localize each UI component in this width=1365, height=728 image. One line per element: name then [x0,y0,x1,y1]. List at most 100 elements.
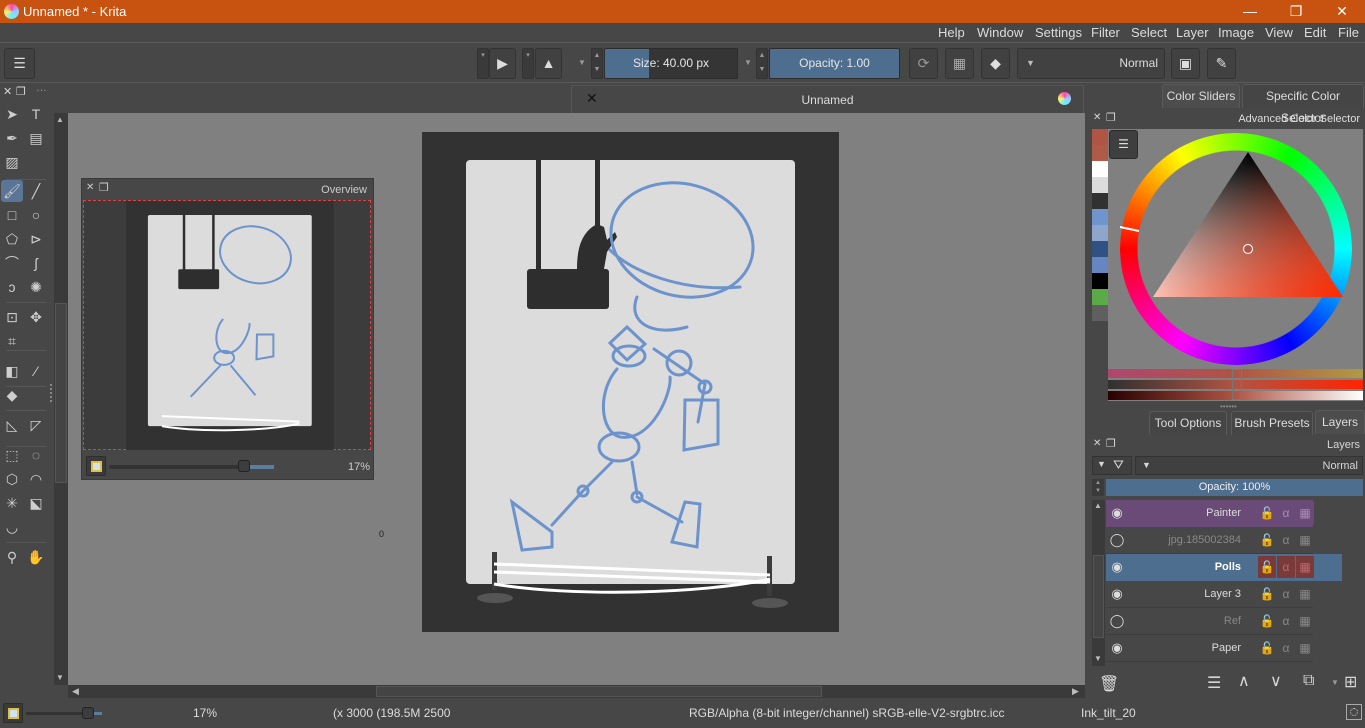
scroll-down-arrow[interactable]: ▼ [56,673,64,682]
tool-measure[interactable]: ◸ [25,414,47,436]
eye-open-icon[interactable]: ◉ [1108,586,1126,604]
scroll-up-arrow[interactable]: ▲ [56,115,64,124]
tool-color-picker[interactable]: ⁄ [25,360,47,382]
alpha-lock-icon[interactable]: α [1277,637,1295,659]
close-icon[interactable]: ✕ [1093,438,1101,449]
menu-filter[interactable]: Filter [1091,25,1120,40]
tab-specific-color-selector[interactable]: Specific Color Selector [1242,84,1364,125]
inherit-alpha-icon[interactable]: ▦ [1296,637,1314,659]
layer-row[interactable]: ◉ Layer 3 🔓 α ▦ [1106,581,1313,608]
tool-ellipse[interactable]: ○ [25,204,47,226]
float-icon[interactable]: ❐ [1106,111,1116,124]
eye-closed-icon[interactable]: ◯ [1108,532,1126,550]
tool-rectangle[interactable]: □ [1,204,23,226]
menu-file[interactable]: File [1338,25,1359,40]
inherit-alpha-icon[interactable]: ▦ [1296,583,1314,605]
tool-freehand-path[interactable]: ʃ [25,252,47,274]
inherit-alpha-icon[interactable]: ▦ [1296,556,1314,578]
eye-open-icon[interactable]: ◉ [1108,640,1126,658]
inherit-alpha-icon[interactable]: ▦ [1296,610,1314,632]
workspace-button[interactable]: ▣ [1171,48,1200,79]
color-history-swatch[interactable] [1092,209,1108,225]
document-tab[interactable]: ✕ Unnamed [571,85,1084,113]
inherit-alpha-icon[interactable]: ▦ [1296,529,1314,551]
menu-view[interactable]: View [1265,25,1293,40]
menu-settings[interactable]: Settings [1035,25,1082,40]
menu-select[interactable]: Select [1131,25,1167,40]
brush-size-slider[interactable]: Size: 40.00 px [604,48,738,79]
tool-multibrush[interactable]: ✺ [25,276,47,298]
tool-edit-shapes[interactable]: ✒ [1,127,23,149]
color-history-swatch[interactable] [1092,129,1108,145]
duplicate-layer-button[interactable]: ⧉ [1303,672,1314,690]
status-zoom-slider[interactable] [26,707,102,719]
overview-zoom-slider[interactable] [109,460,274,472]
layer-properties-button[interactable]: ☰ [1207,673,1221,693]
float-icon[interactable]: ❐ [1106,437,1116,450]
mirror-horizontal-button[interactable]: ▶ [489,48,516,79]
color-history-swatch[interactable] [1092,161,1108,177]
tab-tool-options[interactable]: Tool Options [1149,411,1227,435]
tool-assistant[interactable]: ◺ [1,414,23,436]
layers-scroll-thumb[interactable] [1093,555,1104,638]
close-icon[interactable]: ✕ [3,85,12,98]
lock-icon[interactable]: 🔓 [1258,637,1276,659]
tool-zoom[interactable]: ⚲ [1,546,23,568]
tool-freehand-brush[interactable]: 🖌 [1,180,23,202]
menu-help[interactable]: Help [938,25,965,40]
restore-button[interactable]: ❐ [1273,0,1319,23]
color-history-swatch[interactable] [1092,177,1108,193]
reload-preset-button[interactable]: ⟳ [909,48,938,79]
tool-fill[interactable]: ◆ [1,384,23,406]
vertical-scroll-thumb[interactable] [55,303,67,483]
minimize-button[interactable]: — [1227,0,1273,23]
tool-line[interactable]: ╱ [25,180,47,202]
status-zoom-handle[interactable] [82,707,95,719]
tool-polygon[interactable]: ⬠ [1,228,23,250]
tool-contiguous-select[interactable]: ✳ [1,492,23,514]
lock-icon[interactable]: 🔓 [1258,556,1276,578]
mirror-h-dropdown[interactable]: ▾ [477,48,489,79]
move-layer-up-button[interactable]: ∧ [1238,671,1250,691]
opacity-dropdown-arrow[interactable]: ▼ [744,58,752,67]
lock-icon[interactable]: 🔓 [1258,502,1276,524]
color-history-swatch[interactable] [1092,273,1108,289]
tool-bezier-select[interactable]: ◡ [1,516,23,538]
dock-splitter[interactable]: •••••• [1220,402,1237,411]
menu-image[interactable]: Image [1218,25,1254,40]
tool-pan[interactable]: ✋ [25,546,47,568]
lock-icon[interactable]: 🔓 [1258,529,1276,551]
eye-open-icon[interactable]: ◉ [1108,559,1126,577]
inherit-alpha-icon[interactable]: ▦ [1296,502,1314,524]
layer-row[interactable]: ◯ jpg.185002384 🔓 α ▦ [1106,527,1313,554]
tool-ellipse-select[interactable]: ◌ [25,444,47,466]
size-dropdown-arrow[interactable]: ▼ [578,58,586,67]
tool-dynamic-brush[interactable]: ↄ [1,276,23,298]
alpha-lock-icon[interactable]: α [1277,610,1295,632]
color-wheel[interactable] [1108,129,1363,369]
tool-transform[interactable]: ⊡ [1,306,23,328]
brush-settings-button[interactable]: ✎ [1207,48,1236,79]
scroll-up-arrow[interactable]: ▲ [1094,501,1102,510]
layer-row[interactable]: ◉ Polls 🔓 α ▦ [1106,554,1342,581]
alpha-lock-icon[interactable]: α [1277,556,1295,578]
color-history-swatch[interactable] [1092,193,1108,209]
horizontal-scroll-thumb[interactable] [376,686,822,697]
tool-polygon-select[interactable]: ⬡ [1,468,23,490]
tool-calligraphy[interactable]: ▤ [25,127,47,149]
layer-opacity-slider[interactable]: Opacity: 100% [1106,479,1363,496]
blend-mode-select[interactable]: ▼ Normal [1017,48,1165,79]
layer-row[interactable]: ◯ Ref 🔓 α ▦ [1106,608,1313,635]
resize-handle[interactable] [50,384,53,402]
document-menu-button[interactable]: ☰ [4,48,35,79]
add-layer-button[interactable]: ⊞ [1344,672,1357,692]
layer-blend-mode-select[interactable]: ▼ Normal [1135,456,1363,475]
horizontal-scrollbar[interactable]: ◀ ▶ [68,685,1085,698]
color-history-swatch[interactable] [1092,241,1108,257]
scroll-right-arrow[interactable]: ▶ [1072,686,1079,697]
tool-pattern-edit[interactable]: ▨ [1,151,23,173]
tool-bezier-curve[interactable]: ⌒ [1,252,23,274]
color-history-swatch[interactable] [1092,289,1108,305]
tool-move[interactable]: ✥ [25,306,47,328]
zoom-fit-button[interactable] [86,456,106,476]
